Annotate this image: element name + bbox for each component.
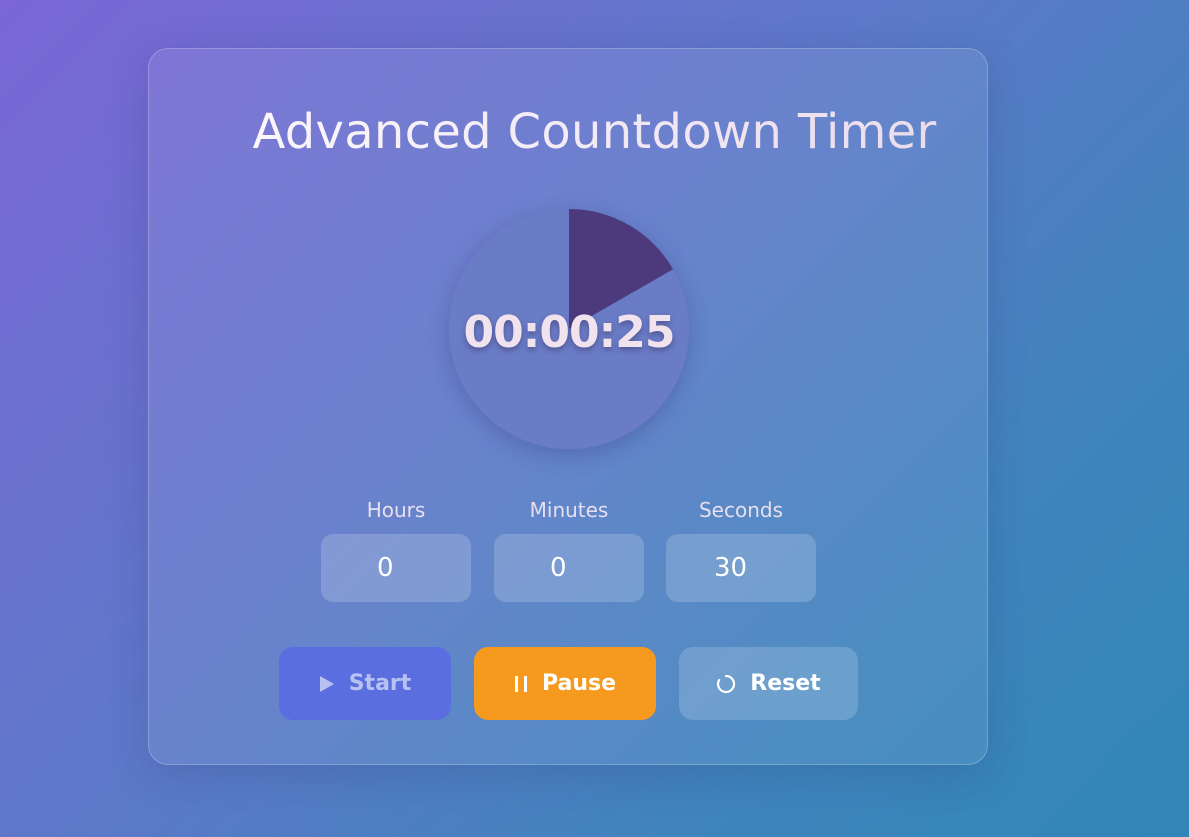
minutes-input[interactable] bbox=[494, 534, 644, 602]
start-button[interactable]: Start bbox=[279, 647, 451, 720]
pause-icon bbox=[514, 675, 528, 693]
seconds-label: Seconds bbox=[698, 498, 784, 522]
seconds-input[interactable] bbox=[666, 534, 816, 602]
hours-field: Hours bbox=[321, 497, 471, 602]
countdown-dial: 00:00:25 bbox=[449, 209, 689, 449]
start-button-label: Start bbox=[348, 671, 412, 696]
page-title: Advanced Countdown Timer bbox=[0, 100, 1189, 164]
minutes-label: Minutes bbox=[529, 498, 609, 522]
play-icon bbox=[319, 675, 335, 693]
pause-button-label: Pause bbox=[541, 671, 617, 696]
reset-button[interactable]: Reset bbox=[679, 647, 858, 720]
reset-button-label: Reset bbox=[750, 671, 821, 696]
seconds-field: Seconds bbox=[666, 497, 816, 602]
reset-icon bbox=[716, 674, 736, 694]
hours-input[interactable] bbox=[321, 534, 471, 602]
pause-button[interactable]: Pause bbox=[474, 647, 656, 720]
time-display: 00:00:25 bbox=[463, 307, 676, 358]
minutes-field: Minutes bbox=[494, 497, 644, 602]
hours-label: Hours bbox=[366, 498, 426, 522]
